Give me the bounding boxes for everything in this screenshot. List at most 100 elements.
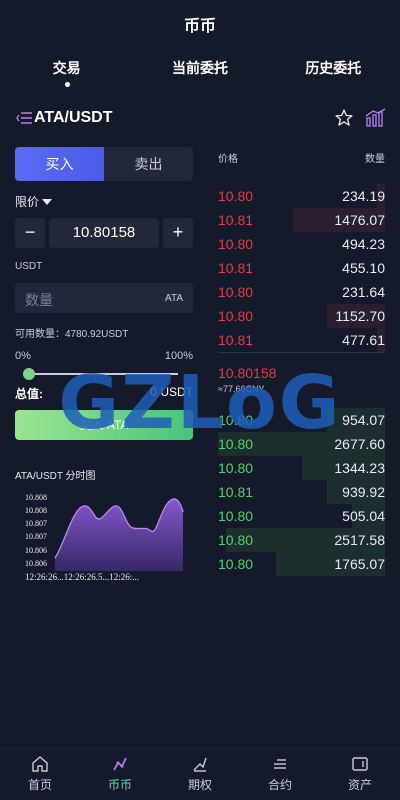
nav-options[interactable]: 期权	[160, 749, 240, 800]
ask-row[interactable]: 10.80 231.64	[218, 280, 385, 304]
ask-price: 10.81	[218, 212, 254, 228]
sell-tab-button[interactable]: 卖出	[104, 147, 193, 181]
price-decrease-button[interactable]: −	[15, 218, 45, 248]
ask-price: 10.80	[218, 284, 254, 300]
ask-qty: 1152.70	[335, 308, 385, 324]
tab-bar: 交易 当前委托 历史委托	[0, 58, 400, 88]
orderbook-divider	[218, 352, 385, 353]
bid-qty: 2677.60	[334, 436, 385, 452]
bid-row[interactable]: 10.80 954.07	[218, 408, 385, 432]
price-stepper: − 10.80158 +	[15, 218, 193, 248]
bid-row[interactable]: 10.80 1765.07	[218, 552, 385, 576]
home-icon	[32, 756, 48, 772]
tab-order-history[interactable]: 历史委托	[267, 58, 400, 88]
price-increase-button[interactable]: +	[163, 218, 193, 248]
bid-price: 10.80	[218, 508, 254, 524]
amount-slider[interactable]	[23, 368, 178, 380]
ask-row[interactable]: 10.80 494.23	[218, 232, 385, 256]
bid-row[interactable]: 10.80 2517.58	[218, 528, 385, 552]
bid-price: 10.80	[218, 532, 254, 548]
ask-row[interactable]: 10.81 455.10	[218, 256, 385, 280]
pair-name[interactable]: ATA/USDT	[34, 109, 113, 127]
bid-qty: 2517.58	[334, 532, 385, 548]
nav-assets[interactable]: 资产	[320, 749, 400, 800]
ask-qty: 477.61	[342, 332, 385, 348]
ask-list: 10.80 234.19 10.81 1476.07 10.80 494.23 10.…	[218, 184, 385, 352]
bid-row[interactable]: 10.80 1344.23	[218, 456, 385, 480]
total-value: 0 USDT	[150, 385, 193, 399]
ask-price: 10.80	[218, 236, 254, 252]
active-tab-indicator	[64, 82, 70, 87]
mini-y-tick: 10.807	[25, 519, 47, 528]
bid-price: 10.81	[218, 484, 254, 500]
cny-price: ≈77.66CNY	[218, 384, 265, 394]
order-type-label: 限价	[15, 195, 40, 209]
mini-chart-title: ATA/USDT 分时图	[15, 471, 96, 482]
buy-tab-button[interactable]: 买入	[15, 147, 104, 181]
available-balance: 可用数量：4780.92USDT	[15, 329, 129, 340]
percent-min-label: 0%	[15, 350, 31, 362]
bid-qty: 954.07	[342, 412, 385, 428]
price-input[interactable]: 10.80158	[49, 218, 159, 248]
quantity-unit: ATA	[165, 293, 183, 304]
mini-x-ticks: 12:26:26...12:26:26.5...12:26:...	[25, 572, 139, 582]
submit-buy-button[interactable]: 买入 ATA	[15, 410, 193, 440]
contract-icon	[274, 759, 286, 769]
tab-order-history-label: 历史委托	[305, 60, 362, 76]
price-unit-label: USDT	[15, 261, 43, 272]
last-price[interactable]: 10.80158	[218, 365, 276, 381]
kline-chart-icon[interactable]	[365, 108, 387, 128]
bid-qty: 505.04	[342, 508, 385, 524]
bid-qty: 939.92	[342, 484, 385, 500]
bid-list: 10.80 954.07 10.80 2677.60 10.80 1344.23 10…	[218, 408, 385, 576]
ask-row[interactable]: 10.81 1476.07	[218, 208, 385, 232]
slider-handle[interactable]	[23, 368, 35, 380]
ask-qty: 494.23	[342, 236, 385, 252]
quantity-input[interactable]: 数量 ATA	[15, 283, 193, 313]
ask-row[interactable]: 10.80 1152.70	[218, 304, 385, 328]
order-type-select[interactable]: 限价	[15, 193, 53, 210]
price-column-header: 价格	[218, 154, 238, 165]
slider-track	[30, 373, 178, 375]
bottom-nav: 首页 币币 期权 合约 资产	[0, 748, 400, 800]
mini-y-tick: 10.806	[25, 546, 47, 555]
ask-row[interactable]: 10.81 477.61	[218, 328, 385, 352]
bid-price: 10.80	[218, 436, 254, 452]
ask-price: 10.80	[218, 308, 254, 324]
mini-y-tick: 10.807	[25, 532, 47, 541]
bid-row[interactable]: 10.81 939.92	[218, 480, 385, 504]
nav-assets-label: 资产	[347, 778, 372, 792]
bid-qty: 1344.23	[334, 460, 385, 476]
total-label: 总值:	[15, 387, 43, 401]
bid-row[interactable]: 10.80 2677.60	[218, 432, 385, 456]
ask-row[interactable]: 10.80 234.19	[218, 184, 385, 208]
nav-contract[interactable]: 合约	[240, 749, 320, 800]
nav-options-label: 期权	[187, 778, 212, 792]
bid-price: 10.80	[218, 556, 254, 572]
bid-price: 10.80	[218, 460, 254, 476]
pair-menu-icon[interactable]	[16, 111, 32, 125]
mini-y-tick: 10.806	[25, 559, 47, 568]
bid-qty: 1765.07	[334, 556, 385, 572]
nav-coin-trade[interactable]: 币币	[80, 749, 160, 800]
ask-qty: 1476.07	[334, 212, 385, 228]
ask-qty: 234.19	[342, 188, 385, 204]
ask-price: 10.81	[218, 332, 254, 348]
tab-trade-label: 交易	[52, 60, 81, 76]
quantity-column-header: 数量	[365, 154, 385, 165]
wallet-icon	[352, 757, 368, 771]
options-icon	[193, 757, 207, 772]
bid-row[interactable]: 10.80 505.04	[218, 504, 385, 528]
tab-current-orders-label: 当前委托	[171, 60, 228, 76]
ask-price: 10.81	[218, 260, 254, 276]
tab-trade[interactable]: 交易	[0, 58, 133, 88]
tab-current-orders[interactable]: 当前委托	[133, 58, 266, 88]
pair-bar: ATA/USDT	[16, 108, 386, 130]
nav-home[interactable]: 首页	[0, 749, 80, 800]
percent-max-label: 100%	[164, 350, 193, 362]
nav-home-label: 首页	[27, 778, 52, 792]
ask-qty: 455.10	[342, 260, 385, 276]
mini-y-tick: 10.808	[25, 506, 47, 515]
favorite-star-icon[interactable]	[334, 108, 354, 128]
nav-coin-trade-label: 币币	[107, 778, 132, 792]
